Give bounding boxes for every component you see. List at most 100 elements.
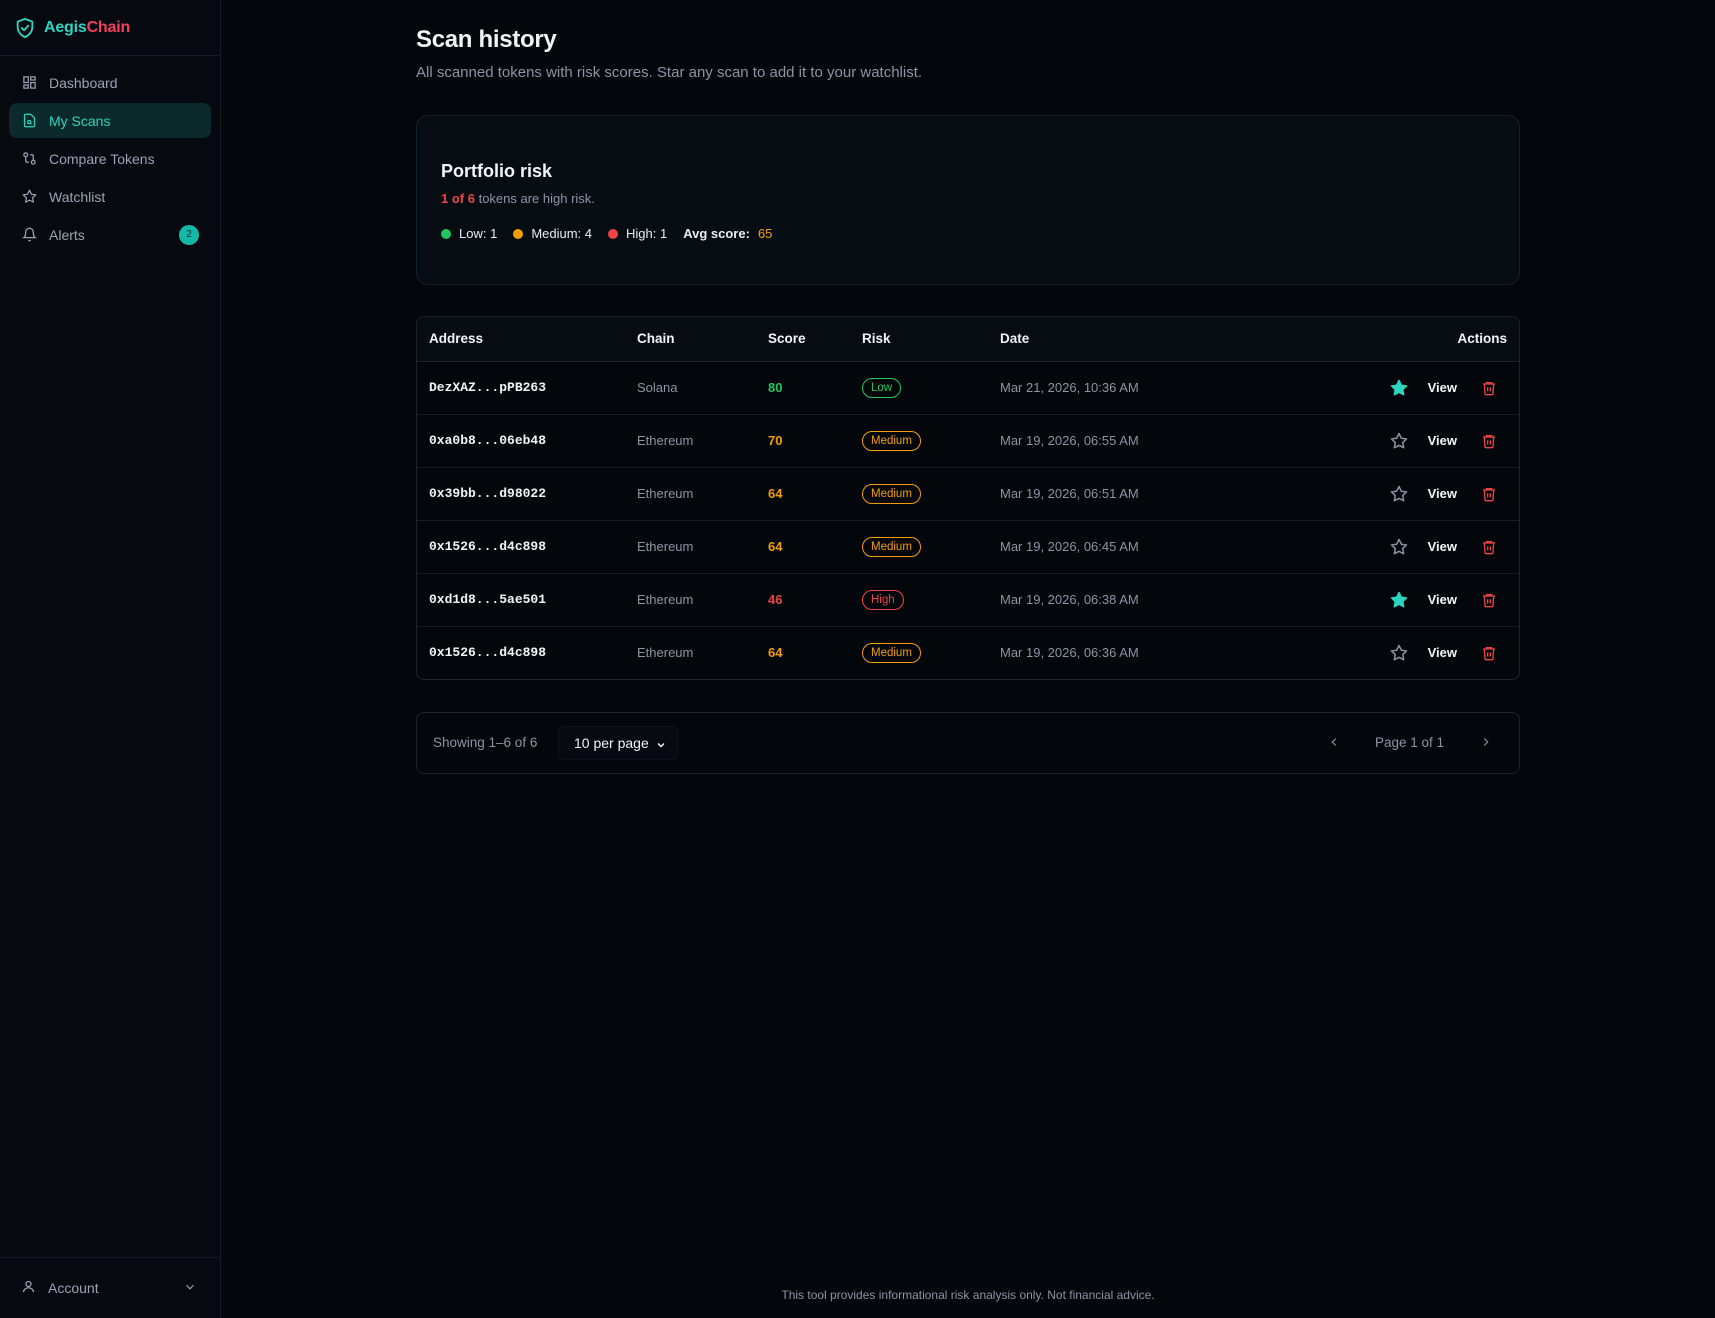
scan-history-table: Address Chain Score Risk Date Actions De… xyxy=(416,316,1520,680)
brand[interactable]: AegisChain xyxy=(0,0,220,56)
col-date[interactable]: Date xyxy=(1000,317,1319,362)
table-header-row: Address Chain Score Risk Date Actions xyxy=(417,317,1519,362)
token-chain: Ethereum xyxy=(637,467,768,521)
per-page-select[interactable]: 10 per page xyxy=(558,726,678,760)
risk-badge: Medium xyxy=(862,430,921,451)
row-actions: View xyxy=(1319,467,1519,521)
table-row[interactable]: 0x1526...d4c898 Ethereum 64 Medium Mar 19, 2… xyxy=(417,626,1519,679)
avg-score-value: 65 xyxy=(757,226,773,241)
scan-date: Mar 19, 2026, 06:55 AM xyxy=(1000,414,1319,468)
risk-badge: Medium xyxy=(862,536,921,557)
star-icon xyxy=(21,189,37,205)
col-chain[interactable]: Chain xyxy=(637,317,768,362)
row-actions: View xyxy=(1319,361,1519,415)
risk-score: 64 xyxy=(768,645,783,661)
risk-score: 64 xyxy=(768,520,862,574)
star-icon[interactable] xyxy=(1390,644,1408,662)
avg-score-label: Avg score: xyxy=(683,226,750,241)
view-button[interactable]: View xyxy=(1428,380,1457,395)
sidebar-item-compare-tokens[interactable]: Compare Tokens xyxy=(9,141,211,176)
risk-cell: Medium xyxy=(862,626,1000,679)
table-row[interactable]: DezXAZ...pPB263 Solana 80 Low Mar 21, 2026, … xyxy=(417,361,1519,415)
sidebar-item-alerts[interactable]: Alerts 2 xyxy=(9,217,211,252)
token-chain: Solana xyxy=(637,361,768,415)
view-button[interactable]: View xyxy=(1428,486,1457,501)
brand-name: AegisChain xyxy=(44,18,131,36)
high-dot-icon xyxy=(608,228,619,239)
token-address[interactable]: 0x1526...d4c898 xyxy=(417,520,637,574)
legend-low: Low: 1 xyxy=(441,226,497,241)
alerts-count-badge: 2 xyxy=(179,224,199,245)
trash-icon[interactable] xyxy=(1481,486,1497,502)
trash-icon[interactable] xyxy=(1481,380,1497,396)
risk-badge: Medium xyxy=(862,483,921,504)
sidebar-item-label: Dashboard xyxy=(49,74,118,91)
risk-score: 70 xyxy=(768,414,862,468)
sidebar-item-my-scans[interactable]: My Scans xyxy=(9,103,211,138)
trash-icon[interactable] xyxy=(1481,645,1497,661)
row-actions: View xyxy=(1319,520,1519,574)
view-button[interactable]: View xyxy=(1428,539,1457,554)
page-subtitle: All scanned tokens with risk scores. Sta… xyxy=(416,64,923,81)
legend-high: High: 1 xyxy=(608,226,667,241)
portfolio-risk-card: Portfolio risk 1 of 6 tokens are high ri… xyxy=(416,115,1520,285)
col-actions: Actions xyxy=(1319,317,1519,362)
row-actions: View xyxy=(1319,626,1519,679)
legend-medium: Medium: 4 xyxy=(513,226,592,241)
risk-badge: High xyxy=(862,589,904,610)
star-icon[interactable] xyxy=(1390,432,1408,450)
medium-dot-icon xyxy=(513,228,524,239)
grid-icon xyxy=(21,75,37,91)
star-filled-icon[interactable] xyxy=(1390,379,1408,397)
token-address[interactable]: 0x39bb...d98022 xyxy=(417,467,637,521)
sidebar-nav: Dashboard My Scans Compare Tokens Watchl… xyxy=(0,65,220,252)
star-icon[interactable] xyxy=(1390,538,1408,556)
token-chain: Ethereum xyxy=(637,645,694,661)
page-title: Scan history xyxy=(416,26,557,53)
next-page-button[interactable] xyxy=(1479,735,1493,754)
token-address[interactable]: 0xa0b8...06eb48 xyxy=(417,414,637,468)
col-risk[interactable]: Risk xyxy=(862,317,1000,362)
token-address[interactable]: 0xd1d8...5ae501 xyxy=(417,573,637,627)
view-button[interactable]: View xyxy=(1428,592,1457,607)
sidebar-item-dashboard[interactable]: Dashboard xyxy=(9,65,211,100)
row-actions: View xyxy=(1319,573,1519,627)
token-address[interactable]: DezXAZ...pPB263 xyxy=(417,361,637,415)
view-button[interactable]: View xyxy=(1428,645,1457,660)
sidebar-item-label: My Scans xyxy=(49,112,111,129)
table-row[interactable]: 0x1526...d4c898 Ethereum 64 Medium Mar 19, 2… xyxy=(417,520,1519,574)
risk-badge: Medium xyxy=(862,642,921,663)
risk-badge: Low xyxy=(862,377,902,398)
token-address[interactable]: 0x1526...d4c898 xyxy=(417,626,637,679)
pagination-bar: Showing 1–6 of 6 10 per page Page 1 of 1 xyxy=(416,712,1520,774)
view-button[interactable]: View xyxy=(1428,433,1457,448)
table-row[interactable]: 0xa0b8...06eb48 Ethereum 70 Medium Mar 19, 2… xyxy=(417,414,1519,468)
row-actions: View xyxy=(1319,414,1519,468)
risk-score: 64 xyxy=(768,467,862,521)
prev-page-button[interactable] xyxy=(1327,735,1341,754)
sidebar: AegisChain Dashboard My Scans Compare To… xyxy=(0,0,221,1318)
risk-cell: Medium xyxy=(862,467,1000,521)
star-icon[interactable] xyxy=(1390,485,1408,503)
risk-legend: Low: 1 Medium: 4 High: 1 Avg score: 65 xyxy=(441,226,772,241)
trash-icon[interactable] xyxy=(1481,433,1497,449)
risk-score: 80 xyxy=(768,361,862,415)
star-filled-icon[interactable] xyxy=(1390,591,1408,609)
trash-icon[interactable] xyxy=(1481,539,1497,555)
disclaimer-footer: This tool provides informational risk an… xyxy=(781,1288,1155,1302)
table-row[interactable]: 0xd1d8...5ae501 Ethereum 46 High Mar 19, 202… xyxy=(417,573,1519,627)
account-label: Account xyxy=(48,1280,99,1296)
trash-icon[interactable] xyxy=(1481,592,1497,608)
risk-cell: High xyxy=(862,573,1000,627)
git-compare-icon xyxy=(21,151,37,167)
table-row[interactable]: 0x39bb...d98022 Ethereum 64 Medium Mar 19, 2… xyxy=(417,467,1519,521)
sidebar-item-watchlist[interactable]: Watchlist xyxy=(9,179,211,214)
col-score[interactable]: Score xyxy=(768,317,862,362)
risk-cell: Medium xyxy=(862,520,1000,574)
token-chain: Ethereum xyxy=(637,414,768,468)
page-info: Page 1 of 1 xyxy=(1375,735,1445,750)
chevron-down-icon xyxy=(655,738,667,754)
account-menu[interactable]: Account xyxy=(0,1257,221,1318)
col-address[interactable]: Address xyxy=(417,317,637,362)
shield-check-icon xyxy=(14,17,36,39)
